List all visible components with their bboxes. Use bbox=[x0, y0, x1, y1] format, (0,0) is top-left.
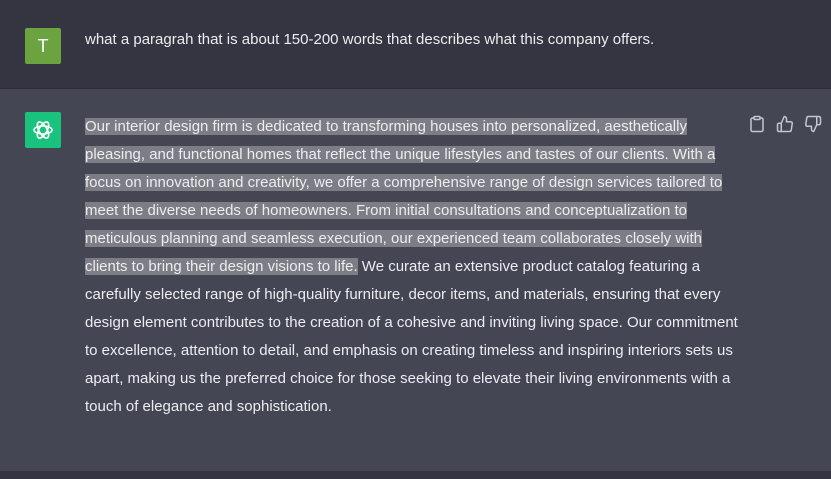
thumbs-down-icon bbox=[805, 115, 822, 133]
assistant-answer: Our interior design firm is dedicated to… bbox=[85, 113, 740, 421]
answer-text: We curate an extensive product catalog f… bbox=[85, 258, 738, 415]
thumbs-up-button[interactable] bbox=[776, 115, 796, 135]
selected-text: Our interior design firm is dedicated to… bbox=[85, 118, 723, 275]
user-avatar: T bbox=[25, 28, 61, 64]
thumbs-down-button[interactable] bbox=[804, 115, 824, 135]
clipboard-icon bbox=[750, 115, 764, 133]
thumbs-up-icon bbox=[776, 115, 793, 133]
bottom-strip bbox=[0, 471, 831, 479]
user-message-text: what a paragrah that is about 150-200 wo… bbox=[85, 31, 655, 48]
assistant-message-row: Our interior design firm is dedicated to… bbox=[0, 89, 831, 471]
copy-button[interactable] bbox=[748, 115, 768, 135]
user-message-row: T what a paragrah that is about 150-200 … bbox=[0, 0, 831, 89]
assistant-avatar bbox=[25, 112, 61, 148]
openai-logo-icon bbox=[33, 121, 53, 139]
message-actions bbox=[748, 115, 828, 135]
